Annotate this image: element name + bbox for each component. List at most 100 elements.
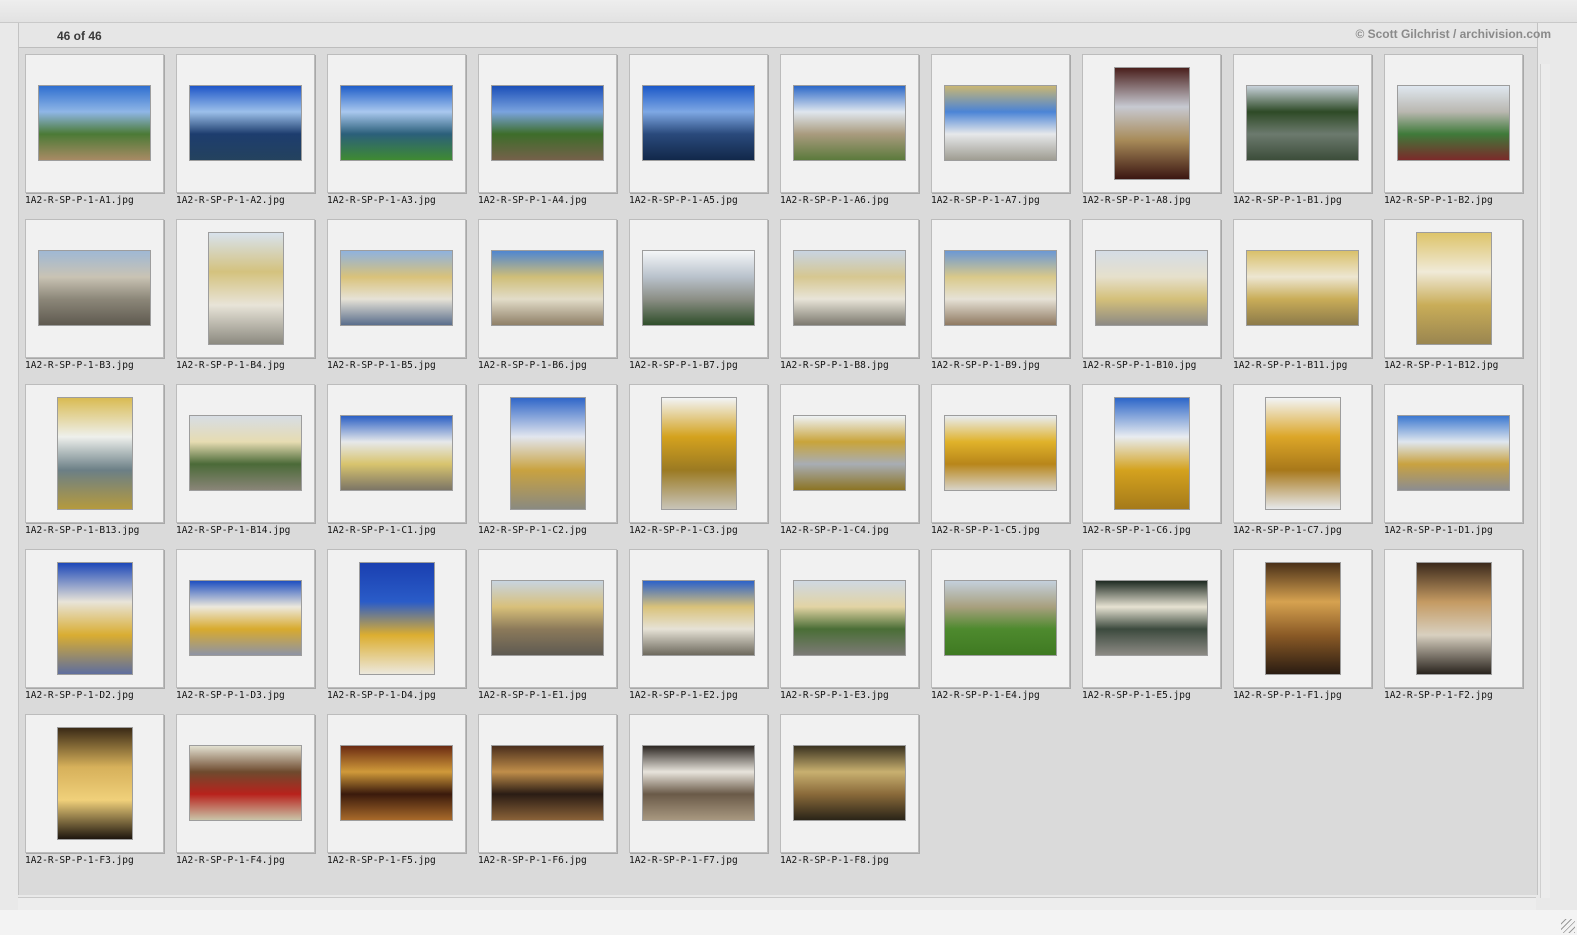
- thumbnail-image[interactable]: [58, 398, 132, 509]
- slide-mount[interactable]: [1082, 549, 1221, 688]
- thumbnail-image[interactable]: [1247, 86, 1358, 160]
- thumbnail-filename[interactable]: 1A2-R-SP-P-1-A2.jpg: [176, 195, 326, 206]
- slide-mount[interactable]: [780, 54, 919, 193]
- thumbnail-filename[interactable]: 1A2-R-SP-P-1-E2.jpg: [629, 690, 779, 701]
- thumbnail-image[interactable]: [794, 251, 905, 325]
- thumbnail-cell[interactable]: 1A2-R-SP-P-1-E1.jpg: [478, 549, 617, 701]
- thumbnail-cell[interactable]: 1A2-R-SP-P-1-F7.jpg: [629, 714, 768, 866]
- thumbnail-image[interactable]: [341, 86, 452, 160]
- slide-mount[interactable]: [629, 549, 768, 688]
- thumbnail-image[interactable]: [209, 233, 283, 344]
- thumbnail-cell[interactable]: 1A2-R-SP-P-1-B14.jpg: [176, 384, 315, 536]
- slide-mount[interactable]: [327, 549, 466, 688]
- thumbnail-image[interactable]: [1398, 86, 1509, 160]
- thumbnail-cell[interactable]: 1A2-R-SP-P-1-B9.jpg: [931, 219, 1070, 371]
- thumbnail-filename[interactable]: 1A2-R-SP-P-1-E1.jpg: [478, 690, 628, 701]
- thumbnail-cell[interactable]: 1A2-R-SP-P-1-F3.jpg: [25, 714, 164, 866]
- slide-mount[interactable]: [176, 219, 315, 358]
- thumbnail-filename[interactable]: 1A2-R-SP-P-1-B13.jpg: [25, 525, 175, 536]
- thumbnail-filename[interactable]: 1A2-R-SP-P-1-C3.jpg: [629, 525, 779, 536]
- slide-mount[interactable]: [1384, 384, 1523, 523]
- slide-mount[interactable]: [327, 54, 466, 193]
- thumbnail-filename[interactable]: 1A2-R-SP-P-1-F8.jpg: [780, 855, 930, 866]
- thumbnail-cell[interactable]: 1A2-R-SP-P-1-A5.jpg: [629, 54, 768, 206]
- thumbnail-image[interactable]: [1115, 68, 1189, 179]
- slide-mount[interactable]: [176, 714, 315, 853]
- thumbnail-cell[interactable]: 1A2-R-SP-P-1-C4.jpg: [780, 384, 919, 536]
- thumbnail-image[interactable]: [341, 251, 452, 325]
- thumbnail-filename[interactable]: 1A2-R-SP-P-1-F4.jpg: [176, 855, 326, 866]
- thumbnail-cell[interactable]: 1A2-R-SP-P-1-F4.jpg: [176, 714, 315, 866]
- slide-mount[interactable]: [327, 219, 466, 358]
- slide-mount[interactable]: [629, 54, 768, 193]
- thumbnail-cell[interactable]: 1A2-R-SP-P-1-A6.jpg: [780, 54, 919, 206]
- slide-mount[interactable]: [25, 219, 164, 358]
- thumbnail-cell[interactable]: 1A2-R-SP-P-1-C6.jpg: [1082, 384, 1221, 536]
- thumbnail-cell[interactable]: 1A2-R-SP-P-1-E5.jpg: [1082, 549, 1221, 701]
- thumbnail-image[interactable]: [643, 581, 754, 655]
- slide-mount[interactable]: [1233, 54, 1372, 193]
- thumbnail-image[interactable]: [794, 86, 905, 160]
- thumbnail-cell[interactable]: 1A2-R-SP-P-1-C5.jpg: [931, 384, 1070, 536]
- thumbnail-image[interactable]: [1115, 398, 1189, 509]
- slide-mount[interactable]: [327, 384, 466, 523]
- thumbnail-cell[interactable]: 1A2-R-SP-P-1-B7.jpg: [629, 219, 768, 371]
- thumbnail-image[interactable]: [945, 416, 1056, 490]
- slide-mount[interactable]: [931, 384, 1070, 523]
- thumbnail-image[interactable]: [39, 86, 150, 160]
- thumbnail-filename[interactable]: 1A2-R-SP-P-1-F7.jpg: [629, 855, 779, 866]
- thumbnail-cell[interactable]: 1A2-R-SP-P-1-B4.jpg: [176, 219, 315, 371]
- thumbnail-cell[interactable]: 1A2-R-SP-P-1-A2.jpg: [176, 54, 315, 206]
- thumbnail-image[interactable]: [794, 416, 905, 490]
- thumbnail-filename[interactable]: 1A2-R-SP-P-1-E5.jpg: [1082, 690, 1232, 701]
- thumbnail-cell[interactable]: 1A2-R-SP-P-1-A4.jpg: [478, 54, 617, 206]
- thumbnail-filename[interactable]: 1A2-R-SP-P-1-B14.jpg: [176, 525, 326, 536]
- thumbnail-image[interactable]: [1398, 416, 1509, 490]
- thumbnail-filename[interactable]: 1A2-R-SP-P-1-E4.jpg: [931, 690, 1081, 701]
- thumbnail-image[interactable]: [190, 581, 301, 655]
- thumbnail-image[interactable]: [1417, 233, 1491, 344]
- slide-mount[interactable]: [25, 714, 164, 853]
- thumbnail-cell[interactable]: 1A2-R-SP-P-1-F6.jpg: [478, 714, 617, 866]
- slide-mount[interactable]: [780, 384, 919, 523]
- thumbnail-image[interactable]: [511, 398, 585, 509]
- thumbnail-cell[interactable]: 1A2-R-SP-P-1-D4.jpg: [327, 549, 466, 701]
- thumbnail-image[interactable]: [643, 251, 754, 325]
- slide-mount[interactable]: [25, 384, 164, 523]
- slide-mount[interactable]: [478, 549, 617, 688]
- thumbnail-cell[interactable]: 1A2-R-SP-P-1-B2.jpg: [1384, 54, 1523, 206]
- slide-mount[interactable]: [1384, 54, 1523, 193]
- slide-mount[interactable]: [1082, 54, 1221, 193]
- thumbnail-filename[interactable]: 1A2-R-SP-P-1-B11.jpg: [1233, 360, 1383, 371]
- slide-mount[interactable]: [478, 384, 617, 523]
- thumbnail-filename[interactable]: 1A2-R-SP-P-1-C1.jpg: [327, 525, 477, 536]
- thumbnail-filename[interactable]: 1A2-R-SP-P-1-C4.jpg: [780, 525, 930, 536]
- thumbnail-image[interactable]: [945, 86, 1056, 160]
- slide-mount[interactable]: [176, 54, 315, 193]
- thumbnail-cell[interactable]: 1A2-R-SP-P-1-A3.jpg: [327, 54, 466, 206]
- thumbnail-filename[interactable]: 1A2-R-SP-P-1-B1.jpg: [1233, 195, 1383, 206]
- thumbnail-image[interactable]: [1266, 563, 1340, 674]
- thumbnail-filename[interactable]: 1A2-R-SP-P-1-B12.jpg: [1384, 360, 1534, 371]
- thumbnail-image[interactable]: [794, 581, 905, 655]
- thumbnail-image[interactable]: [1096, 251, 1207, 325]
- thumbnail-cell[interactable]: 1A2-R-SP-P-1-A7.jpg: [931, 54, 1070, 206]
- thumbnail-image[interactable]: [1266, 398, 1340, 509]
- thumbnail-cell[interactable]: 1A2-R-SP-P-1-B13.jpg: [25, 384, 164, 536]
- thumbnail-filename[interactable]: 1A2-R-SP-P-1-C6.jpg: [1082, 525, 1232, 536]
- thumbnail-filename[interactable]: 1A2-R-SP-P-1-B6.jpg: [478, 360, 628, 371]
- thumbnail-cell[interactable]: 1A2-R-SP-P-1-E3.jpg: [780, 549, 919, 701]
- thumbnail-image[interactable]: [643, 86, 754, 160]
- thumbnail-image[interactable]: [58, 563, 132, 674]
- slide-mount[interactable]: [629, 714, 768, 853]
- thumbnail-filename[interactable]: 1A2-R-SP-P-1-F1.jpg: [1233, 690, 1383, 701]
- thumbnail-image[interactable]: [39, 251, 150, 325]
- thumbnail-image[interactable]: [492, 746, 603, 820]
- slide-mount[interactable]: [780, 714, 919, 853]
- thumbnail-image[interactable]: [662, 398, 736, 509]
- slide-mount[interactable]: [1384, 219, 1523, 358]
- thumbnail-cell[interactable]: 1A2-R-SP-P-1-F2.jpg: [1384, 549, 1523, 701]
- thumbnail-cell[interactable]: 1A2-R-SP-P-1-D1.jpg: [1384, 384, 1523, 536]
- thumbnail-filename[interactable]: 1A2-R-SP-P-1-B2.jpg: [1384, 195, 1534, 206]
- thumbnail-cell[interactable]: 1A2-R-SP-P-1-B11.jpg: [1233, 219, 1372, 371]
